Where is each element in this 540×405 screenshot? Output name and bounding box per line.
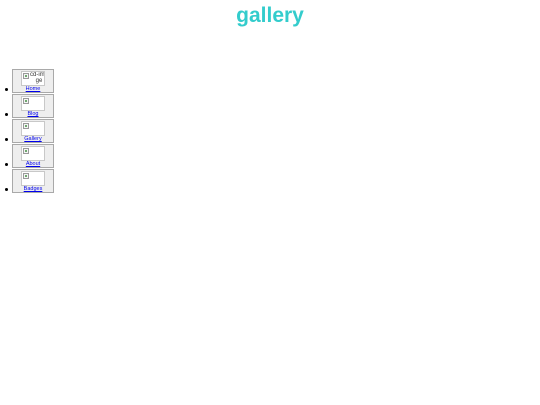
bullet-icon — [5, 163, 8, 166]
broken-image-glyph-icon — [23, 123, 29, 129]
nav-item-blog[interactable]: Blog — [5, 94, 54, 118]
broken-image-icon — [21, 146, 45, 161]
nav-link-blog[interactable]: Blog — [13, 111, 53, 117]
nav-item-about[interactable]: About — [5, 144, 54, 168]
nav-item-gallery[interactable]: Gallery — [5, 119, 54, 143]
nav-item-badges[interactable]: Badges — [5, 169, 54, 193]
nav-link-about[interactable]: About — [13, 161, 53, 167]
bullet-icon — [5, 113, 8, 116]
nav-menu: cd-image Home Blog Gallery About — [5, 69, 54, 194]
broken-image-glyph-icon — [23, 73, 29, 79]
broken-image-icon — [21, 171, 45, 186]
image-alt-text: cd-image — [30, 72, 45, 84]
nav-link-gallery[interactable]: Gallery — [13, 136, 53, 142]
nav-item-home[interactable]: cd-image Home — [5, 69, 54, 93]
nav-link-badges[interactable]: Badges — [13, 186, 53, 192]
bullet-icon — [5, 138, 8, 141]
broken-image-icon — [21, 121, 45, 136]
broken-image-glyph-icon — [23, 98, 29, 104]
page: gallery cd-image Home Blog Gallery — [0, 0, 540, 405]
broken-image-glyph-icon — [23, 173, 29, 179]
bullet-icon — [5, 88, 8, 91]
bullet-icon — [5, 188, 8, 191]
page-title: gallery — [236, 4, 304, 27]
nav-link-home[interactable]: Home — [13, 86, 53, 92]
broken-image-glyph-icon — [23, 148, 29, 154]
broken-image-icon — [21, 96, 45, 111]
broken-image-icon: cd-image — [21, 71, 45, 86]
